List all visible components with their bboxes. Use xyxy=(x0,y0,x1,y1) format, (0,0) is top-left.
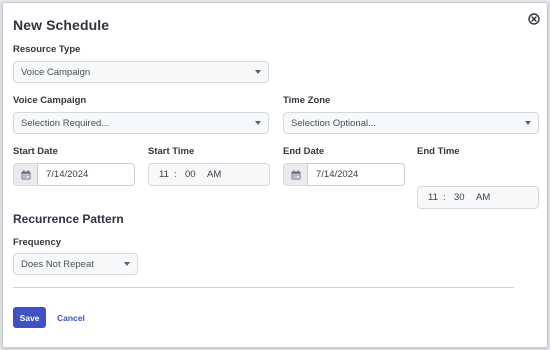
start-date-input[interactable]: 7/14/2024 xyxy=(37,163,135,186)
chevron-down-icon xyxy=(255,70,261,74)
frequency-value: Does Not Repeat xyxy=(21,258,94,270)
chevron-down-icon xyxy=(124,262,130,266)
cancel-button[interactable]: Cancel xyxy=(57,313,85,323)
voice-campaign-select[interactable]: Selection Required... xyxy=(13,112,269,134)
start-time-field[interactable]: 11 : 00 AM xyxy=(148,163,270,186)
end-time-ampm[interactable]: AM xyxy=(476,192,490,203)
end-time-minute[interactable]: 30 xyxy=(454,192,465,203)
start-time-label: Start Time xyxy=(148,146,195,157)
time-zone-label: Time Zone xyxy=(283,95,331,106)
start-time-ampm[interactable]: AM xyxy=(207,169,221,180)
new-schedule-dialog: New Schedule Resource Type Voice Campaig… xyxy=(2,2,548,348)
time-zone-value: Selection Optional... xyxy=(291,117,377,129)
end-time-hour[interactable]: 11 xyxy=(428,192,438,203)
voice-campaign-label: Voice Campaign xyxy=(13,95,87,106)
start-time-hour[interactable]: 11 xyxy=(159,169,169,180)
save-button[interactable]: Save xyxy=(13,307,46,328)
chevron-down-icon xyxy=(525,121,531,125)
frequency-label: Frequency xyxy=(13,237,62,248)
divider xyxy=(13,287,514,288)
time-zone-select[interactable]: Selection Optional... xyxy=(283,112,539,134)
recurrence-pattern-title: Recurrence Pattern xyxy=(13,212,124,226)
start-time-separator: : xyxy=(174,169,177,180)
end-time-label: End Time xyxy=(417,146,460,157)
end-time-field[interactable]: 11 : 30 AM xyxy=(417,186,539,209)
start-date-field[interactable]: 7/14/2024 xyxy=(13,163,135,186)
voice-campaign-value: Selection Required... xyxy=(21,117,110,129)
dialog-title: New Schedule xyxy=(13,17,110,33)
end-time-separator: : xyxy=(443,192,446,203)
end-date-label: End Date xyxy=(283,146,325,157)
resource-type-value: Voice Campaign xyxy=(21,66,91,78)
calendar-icon[interactable] xyxy=(283,163,307,186)
chevron-down-icon xyxy=(255,121,261,125)
end-date-input[interactable]: 7/14/2024 xyxy=(307,163,405,186)
start-time-minute[interactable]: 00 xyxy=(185,169,196,180)
resource-type-label: Resource Type xyxy=(13,44,81,55)
resource-type-select[interactable]: Voice Campaign xyxy=(13,61,269,83)
end-date-field[interactable]: 7/14/2024 xyxy=(283,163,405,186)
calendar-icon[interactable] xyxy=(13,163,37,186)
start-date-label: Start Date xyxy=(13,146,58,157)
frequency-select[interactable]: Does Not Repeat xyxy=(13,253,138,275)
close-button[interactable] xyxy=(527,12,540,25)
close-circle-icon xyxy=(527,12,540,25)
